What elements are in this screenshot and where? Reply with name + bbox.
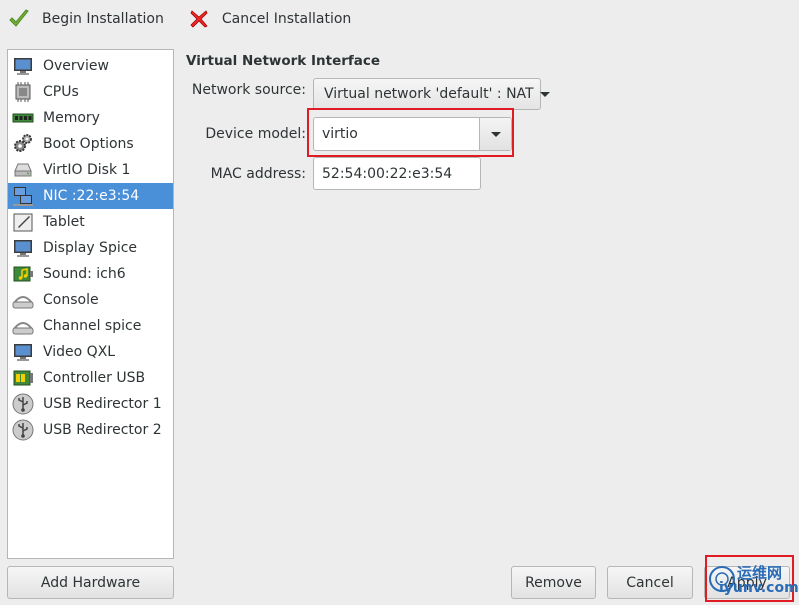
device-model-dropdown-button[interactable]: [479, 118, 511, 150]
mac-address-field[interactable]: [313, 157, 481, 190]
sidebar-item-boot-options[interactable]: Boot Options: [8, 131, 173, 157]
network-source-select[interactable]: Virtual network 'default' : NAT: [313, 78, 550, 110]
sidebar-item-label: Console: [43, 292, 99, 308]
cancel-installation-button[interactable]: Cancel Installation: [182, 1, 361, 37]
sidebar-item-label: Video QXL: [43, 344, 116, 360]
gears-icon: [11, 132, 35, 156]
sidebar-item-label: VirtIO Disk 1: [43, 162, 131, 178]
sidebar-item-cpus[interactable]: CPUs: [8, 79, 173, 105]
sidebar-item-channel-spice[interactable]: Channel spice: [8, 313, 173, 339]
display-icon: [11, 340, 35, 364]
disk-icon: [11, 158, 35, 182]
sound-card-icon: [11, 262, 35, 286]
monitor-icon: [11, 54, 35, 78]
cancel-x-icon: [190, 10, 208, 28]
sidebar-item-label: Channel spice: [43, 318, 142, 334]
memory-icon: [11, 106, 35, 130]
sidebar-item-label: CPUs: [43, 84, 79, 100]
begin-installation-label: Begin Installation: [42, 11, 164, 27]
sidebar-item-controller-usb[interactable]: Controller USB: [8, 365, 173, 391]
sidebar-item-label: USB Redirector 2: [43, 422, 162, 438]
sidebar-item-label: Boot Options: [43, 136, 134, 152]
sidebar-item-label: Sound: ich6: [43, 266, 126, 282]
chevron-down-icon: [490, 131, 501, 137]
sidebar-item-sound[interactable]: Sound: ich6: [8, 261, 173, 287]
begin-installation-button[interactable]: Begin Installation: [2, 1, 174, 37]
sidebar-item-tablet[interactable]: Tablet: [8, 209, 173, 235]
device-model-combo: [313, 117, 512, 151]
chevron-down-icon: [539, 91, 550, 97]
remove-button[interactable]: Remove: [511, 566, 596, 599]
sidebar-item-console[interactable]: Console: [8, 287, 173, 313]
sidebar-item-label: Display Spice: [43, 240, 138, 256]
sidebar-item-label: Controller USB: [43, 370, 146, 386]
sidebar-item-overview[interactable]: Overview: [8, 53, 173, 79]
add-hardware-button[interactable]: Add Hardware: [7, 566, 174, 599]
cancel-installation-label: Cancel Installation: [221, 11, 352, 27]
usb-icon: [11, 392, 35, 416]
sidebar-item-usb-redirector-2[interactable]: USB Redirector 2: [8, 417, 173, 443]
device-model-input[interactable]: [314, 119, 479, 149]
apply-button[interactable]: Apply: [704, 566, 790, 599]
sidebar-item-label: Overview: [43, 58, 109, 74]
section-title: Virtual Network Interface: [186, 53, 381, 69]
tablet-icon: [11, 210, 35, 234]
sidebar-item-video-qxl[interactable]: Video QXL: [8, 339, 173, 365]
checkmark-icon: [9, 9, 29, 27]
sidebar-item-nic[interactable]: NIC :22:e3:54: [8, 183, 173, 209]
device-model-label: Device model:: [205, 126, 306, 142]
usb-icon: [11, 418, 35, 442]
controller-icon: [11, 366, 35, 390]
serial-icon: [11, 314, 35, 338]
sidebar-item-usb-redirector-1[interactable]: USB Redirector 1: [8, 391, 173, 417]
toolbar: Begin Installation Cancel Installation: [0, 0, 799, 38]
sidebar-item-label: Memory: [43, 110, 100, 126]
sidebar-item-label: USB Redirector 1: [43, 396, 162, 412]
sidebar-item-display-spice[interactable]: Display Spice: [8, 235, 173, 261]
sidebar-item-virtio-disk[interactable]: VirtIO Disk 1: [8, 157, 173, 183]
sidebar-item-label: Tablet: [43, 214, 85, 230]
sidebar-item-memory[interactable]: Memory: [8, 105, 173, 131]
hardware-list: Overview CPUs Memory Boot Options VirtIO…: [7, 49, 174, 559]
serial-icon: [11, 288, 35, 312]
network-icon: [11, 184, 35, 208]
network-source-value: Virtual network 'default' : NAT: [324, 86, 534, 102]
mac-address-label: MAC address:: [210, 166, 306, 182]
cpu-icon: [11, 80, 35, 104]
sidebar-item-label: NIC :22:e3:54: [43, 188, 140, 204]
cancel-button[interactable]: Cancel: [607, 566, 693, 599]
display-icon: [11, 236, 35, 260]
network-source-label: Network source:: [191, 82, 306, 98]
